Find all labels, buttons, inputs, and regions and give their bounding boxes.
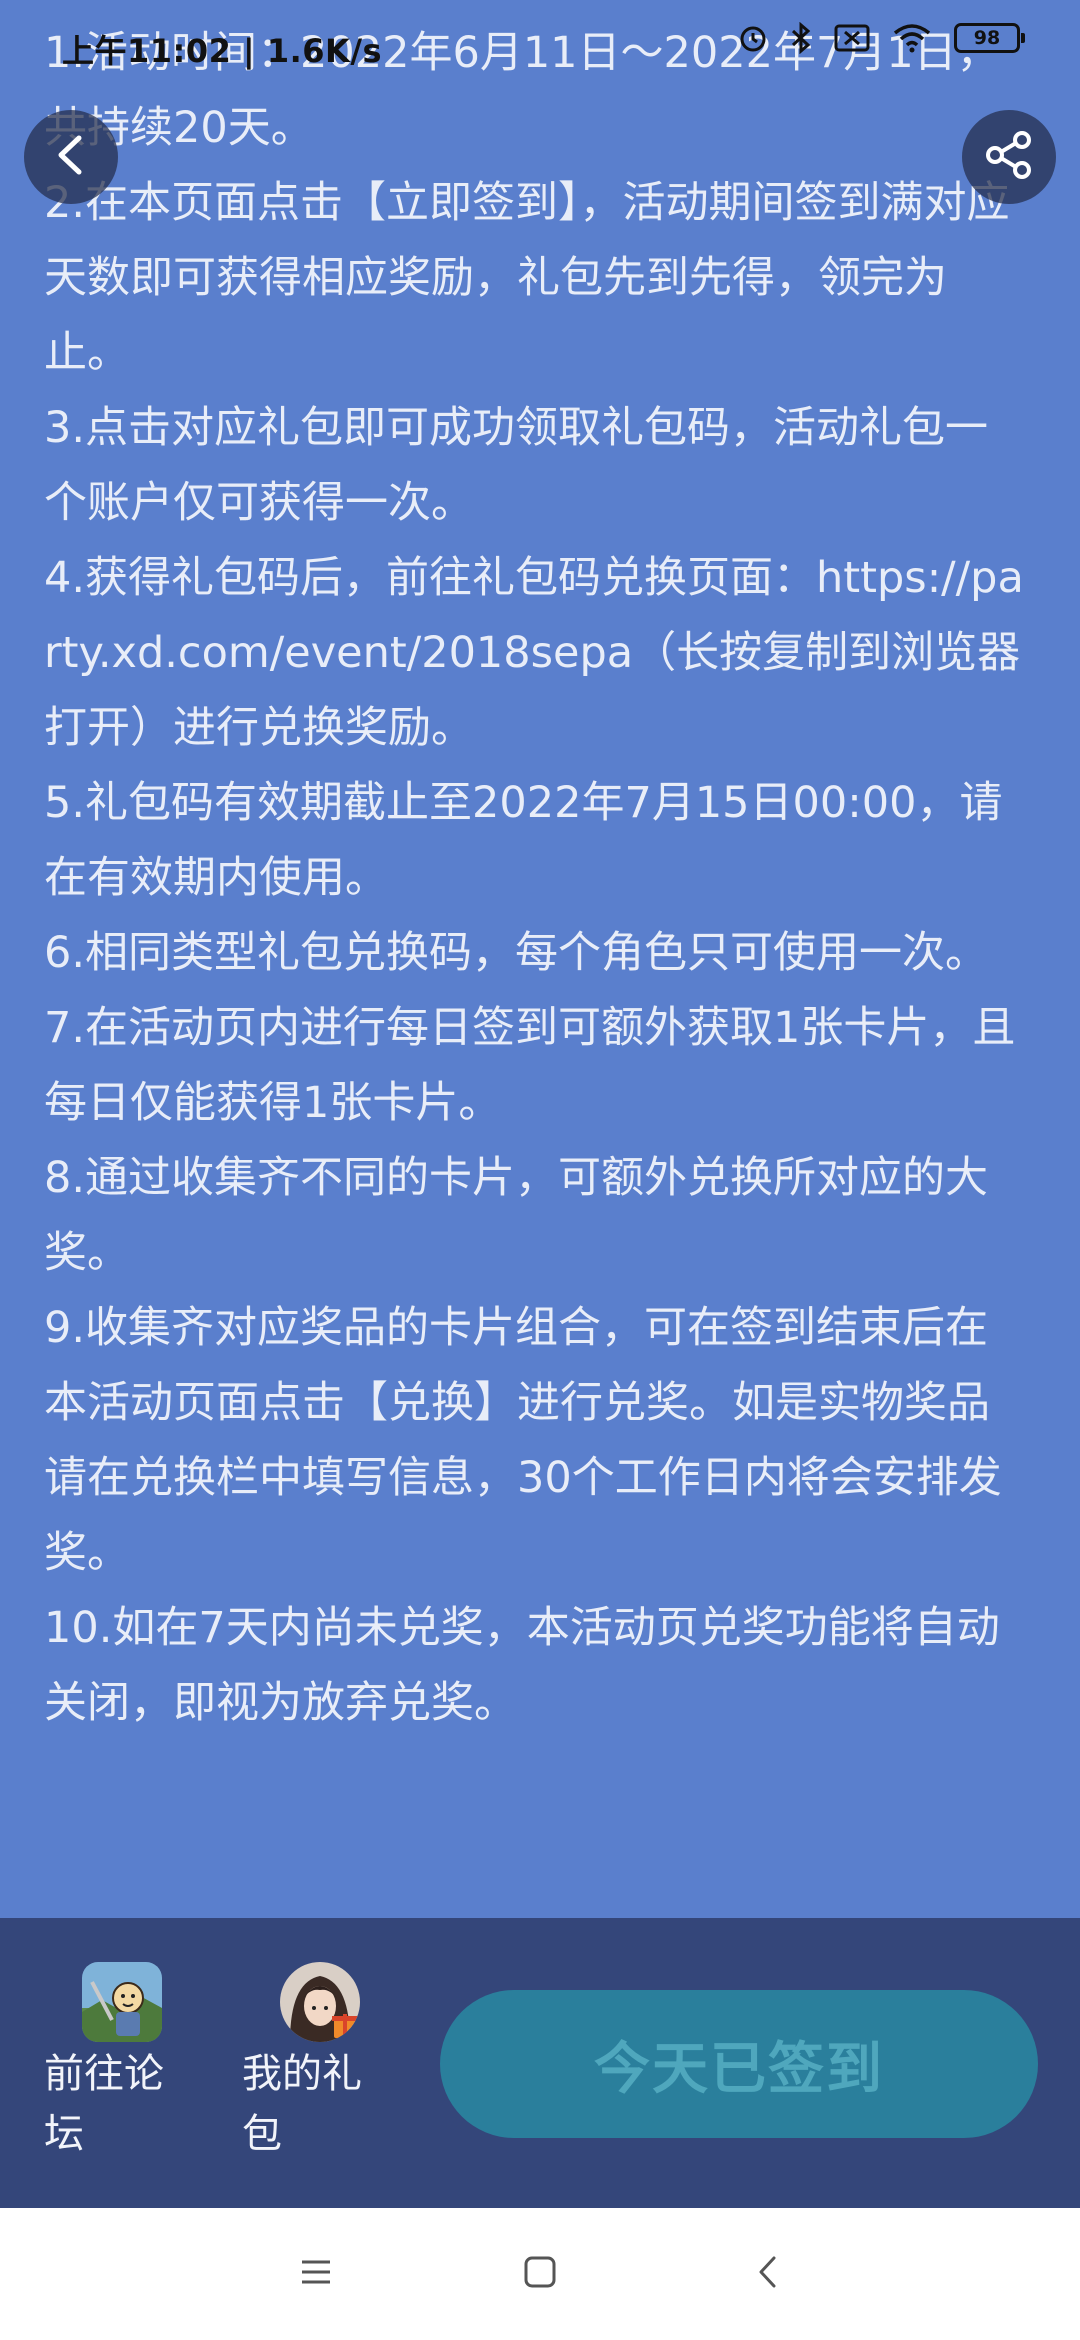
- nav-back-button[interactable]: [742, 2248, 794, 2300]
- sim-icon: [834, 24, 870, 52]
- forum-label: 前往论坛: [44, 2051, 164, 2157]
- forum-thumbnail: [82, 1962, 162, 2042]
- rule-item: 7.在活动页内进行每日签到可额外获取1张卡片，且每日仅能获得1张卡片。: [44, 1003, 1016, 1128]
- back-button[interactable]: [24, 110, 118, 204]
- rule-item: 5.礼包码有效期截止至2022年7月15日00:00，请在有效期内使用。: [44, 778, 1003, 903]
- bluetooth-icon: [790, 22, 812, 54]
- action-bar: 前往论坛 我的礼包 今天已签到: [0, 1918, 1080, 2208]
- rule-item: 10.如在7天内尚未兑奖，本活动页兑奖功能将自动关闭，即视为放弃兑奖。: [44, 1603, 1000, 1728]
- status-time: 上午11:02 | 1.6K/s: [62, 32, 383, 70]
- alarm-icon: [738, 23, 768, 53]
- rule-item: 9.收集齐对应奖品的卡片组合，可在签到结束后在本活动页面点击【兑换】进行兑奖。如…: [44, 1303, 1002, 1578]
- status-bar: 上午11:02 | 1.6K/s 98: [0, 0, 1080, 100]
- wifi-icon: [892, 23, 932, 53]
- my-gifts-button[interactable]: 我的礼包: [242, 1962, 382, 2164]
- back-icon: [756, 2254, 780, 2294]
- system-nav-bar: [0, 2208, 1080, 2340]
- battery-icon: 98: [954, 23, 1025, 53]
- rule-item: 2.在本页面点击【立即签到】，活动期间签到满对应天数即可获得相应奖励，礼包先到先…: [44, 178, 1010, 378]
- rule-item: 8.通过收集齐不同的卡片，可额外兑换所对应的大奖。: [44, 1153, 989, 1278]
- chevron-left-icon: [51, 133, 91, 181]
- menu-icon: [299, 2257, 333, 2291]
- home-icon: [523, 2255, 557, 2293]
- rule-item: 3.点击对应礼包即可成功领取礼包码，活动礼包一个账户仅可获得一次。: [44, 403, 989, 528]
- rule-item: 6.相同类型礼包兑换码，每个角色只可使用一次。: [44, 928, 989, 978]
- forum-button[interactable]: 前往论坛: [44, 1962, 184, 2164]
- signin-button[interactable]: 今天已签到: [440, 1990, 1038, 2138]
- gifts-avatar: [280, 1962, 360, 2042]
- nav-menu-button[interactable]: [290, 2248, 342, 2300]
- rule-item: 4.获得礼包码后，前往礼包码兑换页面：https://party.xd.com/…: [44, 553, 1024, 753]
- nav-home-button[interactable]: [514, 2248, 566, 2300]
- status-icons: 98: [738, 22, 1025, 54]
- gifts-label: 我的礼包: [242, 2051, 362, 2157]
- share-button[interactable]: [962, 110, 1056, 204]
- rules-list: 1.活动时间：2022年6月11日～2022年7月1日，共持续20天。 2.在本…: [44, 16, 1024, 1741]
- share-icon: [982, 128, 1036, 186]
